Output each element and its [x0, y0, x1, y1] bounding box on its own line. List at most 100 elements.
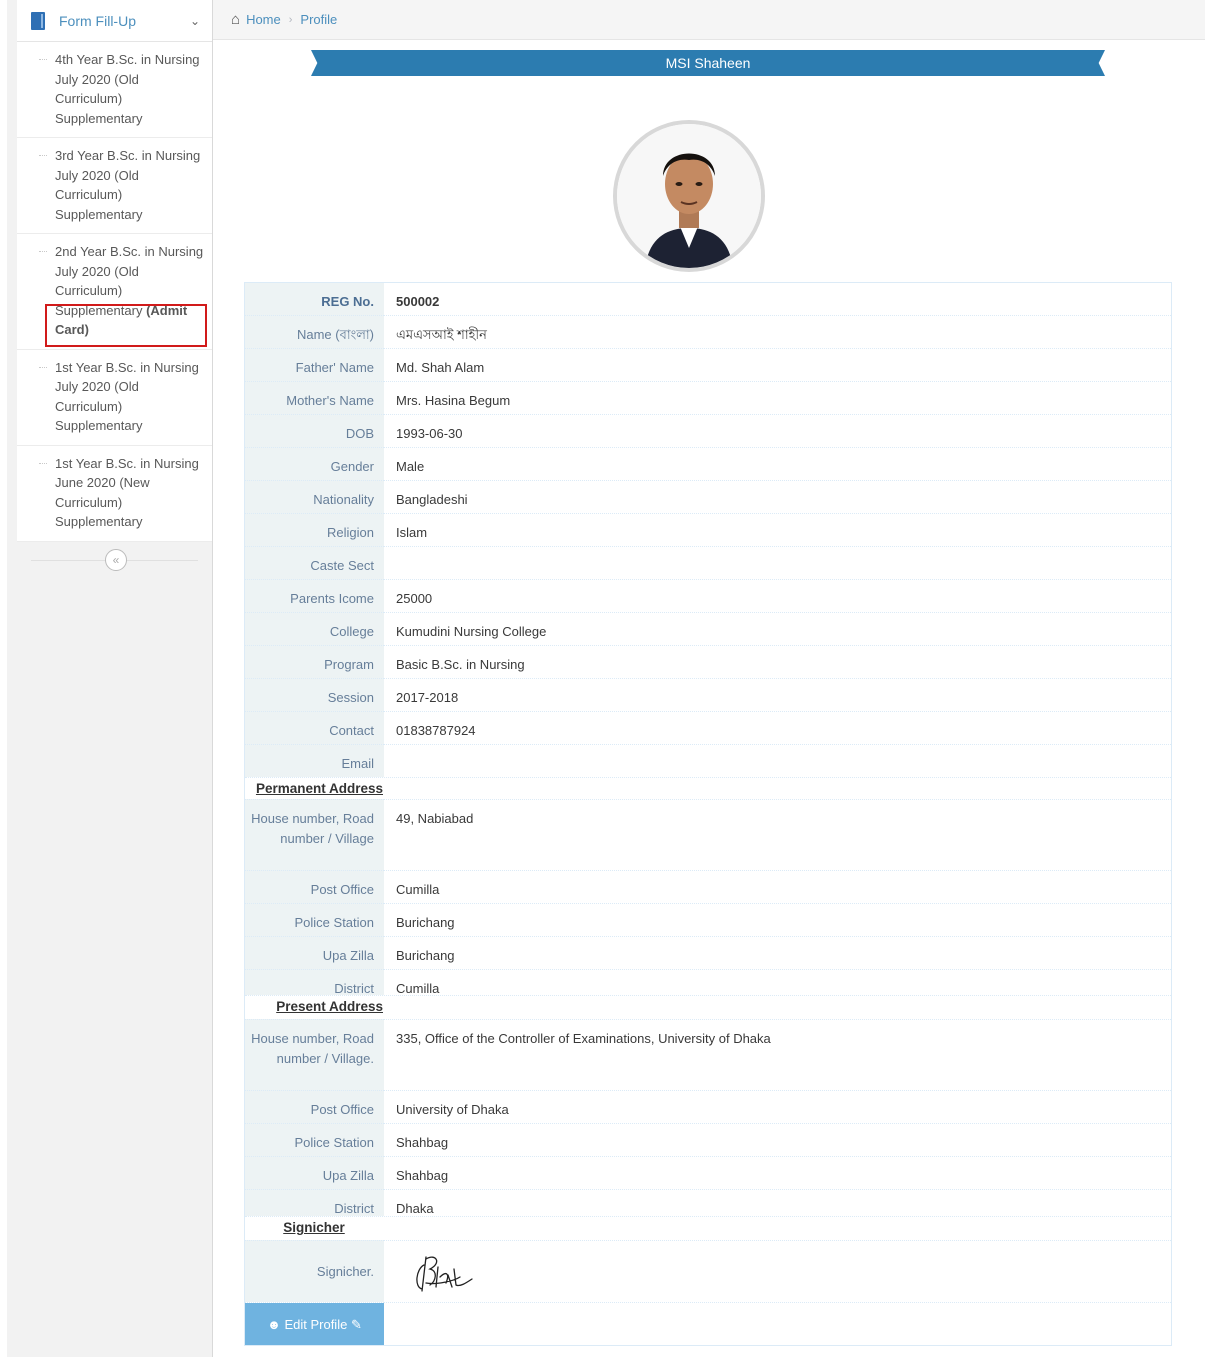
field-label: College	[245, 612, 384, 645]
field-value-gender: Male	[384, 447, 1171, 480]
field-value-reg-no: 500002	[396, 294, 440, 309]
breadcrumb-home-link[interactable]: Home	[246, 12, 281, 27]
field-value-permanent-district: Cumilla	[384, 969, 1171, 996]
sidebar-item-2nd-year[interactable]: 2nd Year B.Sc. in Nursing July 2020 (Old…	[17, 234, 212, 350]
field-value-permanent-house: 49, Nabiabad	[384, 799, 1171, 870]
table-row: Program Basic B.Sc. in Nursing	[245, 645, 1171, 678]
sidebar-menu-title: Form Fill-Up	[59, 12, 136, 29]
field-label: Police Station	[245, 1123, 384, 1156]
field-label: Name (বাংলা)	[245, 315, 384, 348]
field-label: District	[245, 969, 384, 996]
breadcrumb: ⌂ Home › Profile	[213, 0, 1205, 40]
home-icon: ⌂	[231, 11, 241, 28]
field-label: Upa Zilla	[245, 936, 384, 969]
table-row: Parents Icome 25000	[245, 579, 1171, 612]
breadcrumb-separator-icon: ›	[288, 13, 293, 26]
field-label: Parents Icome	[245, 579, 384, 612]
field-value-mother-name: Mrs. Hasina Begum	[384, 381, 1171, 414]
highlight-box	[45, 304, 207, 347]
avatar	[613, 120, 765, 272]
field-label: Father' Name	[245, 348, 384, 381]
field-label: Mother's Name	[245, 381, 384, 414]
field-label: Caste Sect	[245, 546, 384, 579]
table-row: DOB 1993-06-30	[245, 414, 1171, 447]
edit-profile-button[interactable]: ☻ Edit Profile ✎	[245, 1303, 384, 1345]
field-value-college: Kumudini Nursing College	[384, 612, 1171, 645]
table-row: Name (বাংলা) এমএসআই শাহীন	[245, 315, 1171, 348]
sidebar-item-1st-year-new[interactable]: 1st Year B.Sc. in Nursing June 2020 (New…	[17, 445, 212, 542]
field-label: House number, Road number / Village	[245, 799, 384, 870]
field-value-dob: 1993-06-30	[384, 414, 1171, 447]
table-row: Nationality Bangladeshi	[245, 480, 1171, 513]
table-row: District Dhaka	[245, 1189, 1171, 1216]
field-value-present-police-station: Shahbag	[384, 1123, 1171, 1156]
field-value-contact: 01838787924	[384, 711, 1171, 744]
field-label: Email	[245, 744, 384, 777]
field-value-father-name: Md. Shah Alam	[384, 348, 1171, 381]
edit-row-filler	[384, 1302, 1171, 1345]
breadcrumb-current: Profile	[300, 12, 338, 27]
field-value-permanent-upazilla: Burichang	[384, 936, 1171, 969]
profile-photo	[617, 124, 761, 268]
table-row: Upa Zilla Burichang	[245, 936, 1171, 969]
profile-name-banner: MSI Shaheen	[311, 50, 1105, 76]
field-value-caste-sect	[384, 546, 1171, 579]
book-icon	[31, 11, 45, 30]
table-row: REG No. 500002	[245, 283, 1171, 315]
table-row: House number, Road number / Village 49, …	[245, 799, 1171, 870]
sidebar-item-4th-year[interactable]: 4th Year B.Sc. in Nursing July 2020 (Old…	[17, 42, 212, 138]
section-header-row: Signicher	[245, 1216, 1171, 1240]
chevron-down-icon[interactable]: ⌄	[190, 14, 200, 28]
field-value-permanent-police-station: Burichang	[384, 903, 1171, 936]
edit-icon: ✎	[350, 1317, 362, 1332]
field-label: Gender	[245, 447, 384, 480]
present-address-heading: Present Address	[245, 996, 384, 1019]
field-label: Religion	[245, 513, 384, 546]
table-row: Contact 01838787924	[245, 711, 1171, 744]
sidebar-item-1st-year-old[interactable]: 1st Year B.Sc. in Nursing July 2020 (Old…	[17, 349, 212, 446]
table-row: Father' Name Md. Shah Alam	[245, 348, 1171, 381]
table-row: Police Station Shahbag	[245, 1123, 1171, 1156]
table-row: Religion Islam	[245, 513, 1171, 546]
table-row: Post Office University of Dhaka	[245, 1090, 1171, 1123]
field-label: Post Office	[245, 1090, 384, 1123]
field-value-parents-income: 25000	[384, 579, 1171, 612]
table-row: College Kumudini Nursing College	[245, 612, 1171, 645]
table-row: Upa Zilla Shahbag	[245, 1156, 1171, 1189]
table-row: House number, Road number / Village. 335…	[245, 1019, 1171, 1090]
collapse-sidebar-icon[interactable]: «	[105, 548, 127, 571]
sidebar-item-label: 4th Year B.Sc. in Nursing July 2020 (Old…	[55, 52, 200, 126]
main-content: ⌂ Home › Profile MSI Shaheen REG No. 500…	[213, 0, 1205, 1357]
field-label: Upa Zilla	[245, 1156, 384, 1189]
field-value-present-district: Dhaka	[384, 1189, 1171, 1216]
field-value-email	[384, 744, 1171, 777]
field-label: DOB	[245, 414, 384, 447]
field-value-religion: Islam	[384, 513, 1171, 546]
field-label: REG No.	[245, 283, 384, 315]
user-icon: ☻	[267, 1317, 281, 1332]
field-label: Police Station	[245, 903, 384, 936]
field-label: House number, Road number / Village.	[245, 1019, 384, 1090]
field-label: Nationality	[245, 480, 384, 513]
table-row: Gender Male	[245, 447, 1171, 480]
table-row: District Cumilla	[245, 969, 1171, 996]
sidebar-menu-form-fillup[interactable]: Form Fill-Up ⌄	[17, 0, 212, 42]
table-row: Caste Sect	[245, 546, 1171, 579]
field-value-nationality: Bangladeshi	[384, 480, 1171, 513]
field-value-session: 2017-2018	[384, 678, 1171, 711]
field-value-present-house: 335, Office of the Controller of Examina…	[384, 1019, 1171, 1090]
table-row: Signicher.	[245, 1240, 1171, 1302]
table-row: Session 2017-2018	[245, 678, 1171, 711]
sidebar-item-3rd-year[interactable]: 3rd Year B.Sc. in Nursing July 2020 (Old…	[17, 138, 212, 234]
table-row: Police Station Burichang	[245, 903, 1171, 936]
field-label: Signicher.	[245, 1240, 384, 1302]
signature-heading: Signicher	[245, 1217, 384, 1240]
field-label: Session	[245, 678, 384, 711]
field-value-present-upazilla: Shahbag	[384, 1156, 1171, 1189]
edit-profile-label: Edit Profile	[284, 1317, 348, 1332]
sidebar: Form Fill-Up ⌄ 4th Year B.Sc. in Nursing…	[17, 0, 213, 1357]
signature-image	[384, 1240, 1171, 1302]
field-label: District	[245, 1189, 384, 1216]
field-value-permanent-post-office: Cumilla	[384, 870, 1171, 903]
table-row: Mother's Name Mrs. Hasina Begum	[245, 381, 1171, 414]
